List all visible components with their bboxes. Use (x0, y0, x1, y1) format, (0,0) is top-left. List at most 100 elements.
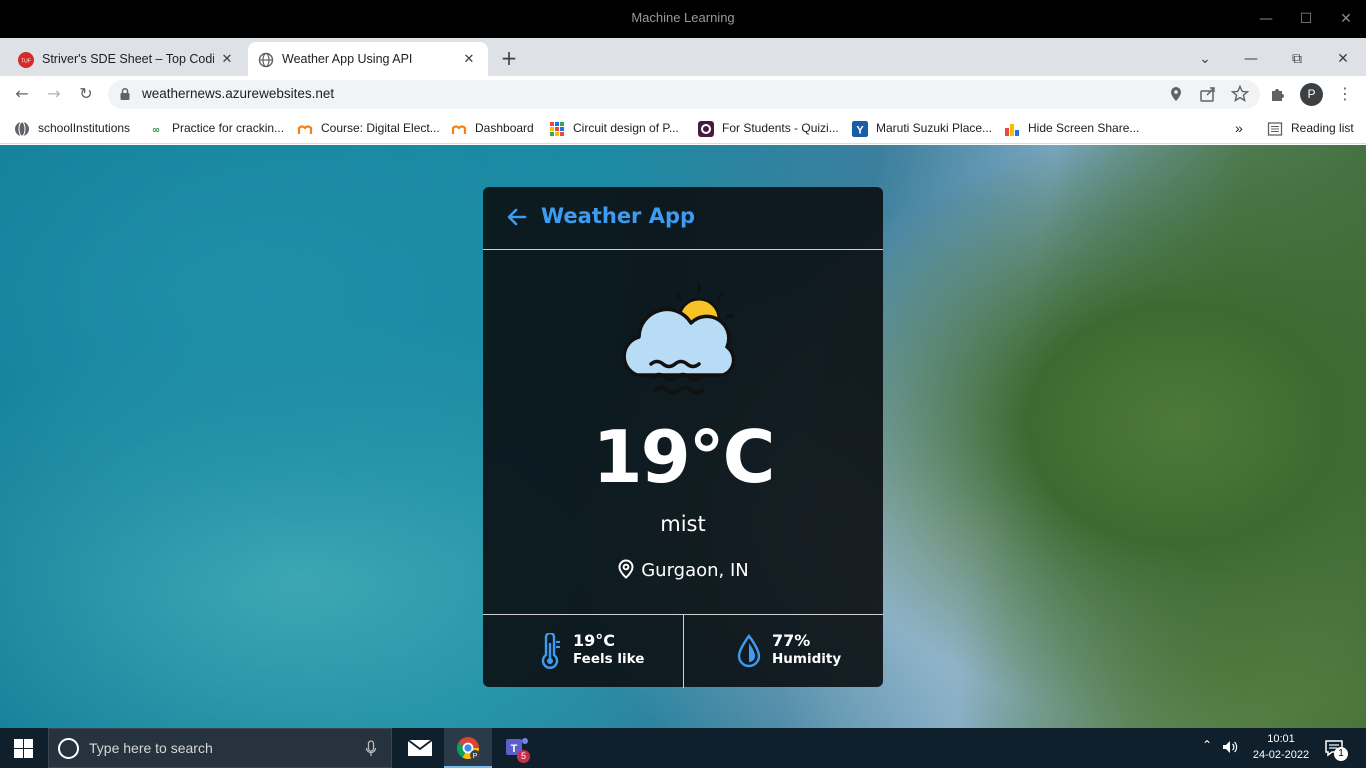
mist-weather-icon (622, 283, 736, 395)
tab-search-chevron-down-icon[interactable]: ⌄ (1194, 48, 1216, 70)
browser-minimize-button[interactable]: — (1240, 48, 1262, 70)
bookmark-label: schoolInstitutions (38, 121, 131, 135)
moodle-icon (451, 125, 467, 134)
search-placeholder: Type here to search (89, 740, 213, 756)
browser-restore-button[interactable]: ⧉ (1286, 48, 1308, 70)
extensions-puzzle-icon[interactable] (1268, 84, 1288, 104)
bookmark-dashboard[interactable]: Dashboard (451, 118, 534, 138)
maximize-window-button[interactable]: ☐ (1295, 8, 1317, 30)
yammer-icon: Y (852, 120, 868, 137)
moodle-icon (297, 125, 313, 134)
tab-strip: TUF Striver's SDE Sheet – Top Coding ✕ W… (0, 38, 1366, 76)
card-header: Weather App (483, 187, 883, 250)
svg-text:∞: ∞ (152, 125, 160, 136)
bookmark-label: Hide Screen Share... (1028, 121, 1140, 135)
quizizz-icon (698, 120, 714, 137)
cortana-circle-icon (58, 738, 79, 759)
minimize-window-button[interactable]: — (1255, 8, 1277, 30)
bookmark-label: Circuit design of P... (573, 121, 679, 135)
feels-like-value: 19°C (573, 631, 616, 650)
bookmark-course-digital[interactable]: Course: Digital Elect... (297, 118, 440, 138)
bookmark-circuit-design[interactable]: Circuit design of P... (549, 118, 679, 138)
tab-label: Striver's SDE Sheet – Top Coding (42, 52, 214, 66)
reading-list-icon (1267, 122, 1283, 136)
show-hidden-icons-chevron-up-icon[interactable]: ⌃ (1198, 738, 1216, 756)
back-arrow-icon[interactable] (505, 205, 529, 229)
bookmark-maruti-suzuki[interactable]: Y Maruti Suzuki Place... (852, 118, 992, 138)
new-tab-button[interactable]: + (498, 48, 520, 70)
feels-like-label: Feels like (573, 651, 645, 667)
notification-count-badge: 1 (1334, 747, 1348, 761)
bookmark-for-students[interactable]: For Students - Quizi... (698, 118, 839, 138)
gfg-icon: ∞ (152, 125, 160, 136)
reading-list-label: Reading list (1291, 121, 1354, 135)
share-icon[interactable] (1198, 84, 1218, 104)
humidity-section: 77% Humidity (683, 615, 883, 688)
bookmark-label: Practice for crackin... (172, 121, 285, 135)
reading-list-button[interactable]: Reading list (1267, 118, 1354, 138)
location-icon[interactable] (1166, 84, 1186, 104)
bookmark-label: Dashboard (475, 121, 534, 135)
humidity-label: Humidity (772, 651, 842, 667)
location: Gurgaon, IN (483, 559, 883, 581)
browser-close-button[interactable]: ✕ (1332, 48, 1354, 70)
svg-text:Y: Y (856, 124, 864, 136)
address-bar[interactable]: weathernews.azurewebsites.net (108, 80, 1260, 109)
humidity-value: 77% (772, 631, 811, 650)
weather-card: Weather App 19°C mist Gurgaon, IN 19°C F… (483, 187, 883, 688)
bookmark-schoolinstitutions[interactable]: schoolInstitutions (14, 118, 130, 138)
taskbar-mail-app[interactable] (396, 728, 444, 768)
teams-icon: T (506, 738, 528, 755)
feels-like-section: 19°C Feels like (483, 615, 683, 688)
windows-taskbar: Type here to search P T 5 ⌃ 10:01 24-02-… (0, 728, 1366, 768)
taskbar-teams-app[interactable]: T 5 (492, 728, 540, 768)
reload-icon[interactable]: ↻ (74, 82, 98, 106)
temperature: 19°C (592, 415, 775, 499)
close-tab-icon[interactable]: ✕ (218, 50, 236, 68)
chrome-icon: P (457, 737, 480, 760)
location-pin-icon (618, 559, 634, 579)
taskbar-chrome-app[interactable]: P (444, 728, 492, 768)
page-background: Weather App 19°C mist Gurgaon, IN 19°C F… (0, 145, 1366, 728)
forward-arrow-icon[interactable]: → (42, 82, 66, 106)
bookmark-label: For Students - Quizi... (722, 121, 839, 135)
bookmarks-bar: schoolInstitutions ∞ Practice for crackin… (0, 113, 1366, 144)
back-arrow-icon[interactable]: ← (10, 82, 34, 106)
tuf-logo-icon: TUF (18, 52, 34, 68)
bookmark-practice[interactable]: ∞ Practice for crackin... (148, 118, 284, 138)
close-tab-icon[interactable]: ✕ (460, 50, 478, 68)
window-title: Machine Learning (631, 10, 735, 25)
tab-strivers-sde-sheet[interactable]: TUF Striver's SDE Sheet – Top Coding ✕ (8, 42, 246, 76)
weather-description: mist (660, 512, 706, 536)
taskbar-clock[interactable]: 10:01 24-02-2022 (1246, 731, 1316, 763)
microphone-icon[interactable] (365, 740, 377, 758)
svg-text:TUF: TUF (21, 59, 31, 65)
svg-text:P: P (473, 753, 478, 760)
tab-weather-app[interactable]: Weather App Using API ✕ (248, 42, 488, 76)
location-text: Gurgaon, IN (641, 560, 749, 581)
close-window-button[interactable]: ✕ (1335, 8, 1357, 30)
browser-toolbar: ← → ↻ weathernews.azurewebsites.net ⋮ (0, 76, 1366, 113)
tab-label: Weather App Using API (282, 52, 413, 66)
windows-start-icon[interactable] (14, 739, 33, 758)
window-title-bar: Machine Learning — ☐ ✕ (0, 0, 1366, 38)
tinkercad-icon (550, 121, 564, 136)
water-drop-icon (737, 634, 761, 668)
bookmarks-overflow-chevron[interactable]: » (1235, 118, 1243, 138)
chart-icon (1005, 123, 1019, 136)
globe-icon (15, 121, 29, 137)
bookmark-label: Course: Digital Elect... (321, 121, 440, 135)
clock-date: 24-02-2022 (1252, 749, 1310, 761)
clock-time: 10:01 (1267, 733, 1295, 745)
mail-icon (407, 739, 433, 756)
menu-kebab-icon[interactable]: ⋮ (1333, 82, 1357, 106)
url-text[interactable]: weathernews.azurewebsites.net (142, 86, 334, 101)
bookmark-star-icon[interactable] (1230, 84, 1250, 104)
lock-icon[interactable] (118, 87, 132, 101)
profile-avatar[interactable]: P (1300, 83, 1323, 106)
volume-icon[interactable] (1221, 738, 1239, 756)
weather-details: 19°C Feels like 77% Humidity (483, 614, 883, 688)
taskbar-search-box[interactable]: Type here to search (48, 728, 392, 768)
action-center-button[interactable]: 1 (1324, 738, 1348, 761)
bookmark-hide-screen-share[interactable]: Hide Screen Share... (1004, 118, 1139, 138)
